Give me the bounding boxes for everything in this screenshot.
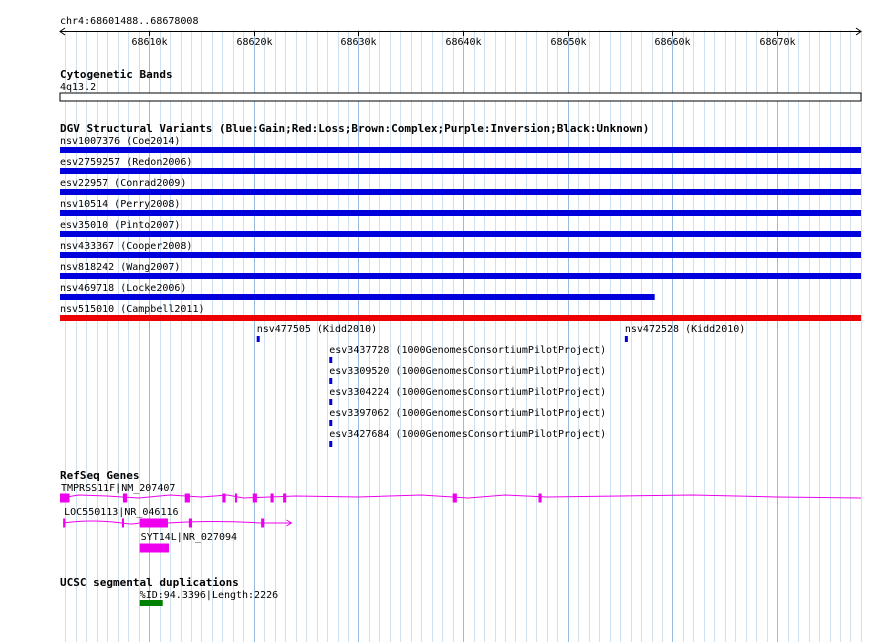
dgv-small-variant-bar[interactable] <box>329 420 333 426</box>
dgv-variant-label: esv22957 (Conrad2009) <box>60 178 186 189</box>
dgv-variant-bar[interactable] <box>60 189 861 195</box>
segdup-bar[interactable] <box>139 600 163 606</box>
gene-exon[interactable] <box>283 493 287 503</box>
refseq-track-title: RefSeq Genes <box>60 469 139 482</box>
dgv-variant-bar[interactable] <box>60 168 861 174</box>
gene-exon[interactable] <box>60 493 70 503</box>
dgv-track-title: DGV Structural Variants (Blue:Gain;Red:L… <box>60 122 649 135</box>
dgv-variant-bar[interactable] <box>60 273 861 279</box>
gene-exon[interactable] <box>538 493 542 503</box>
ruler-tick-label: 68670k <box>759 37 795 48</box>
ruler-tick-label: 68610k <box>131 37 167 48</box>
dgv-small-variant-bar[interactable] <box>329 399 333 405</box>
segdup-label: %ID:94.3396|Length:2226 <box>140 590 278 601</box>
gene-intron-line <box>59 494 862 499</box>
gene-exon[interactable] <box>452 493 457 503</box>
dgv-small-variant-label: esv3304224 (1000GenomesConsortiumPilotPr… <box>329 387 606 398</box>
dgv-variant-label: esv2759257 (Redon2006) <box>60 157 192 168</box>
gene-exon[interactable] <box>252 493 257 503</box>
dgv-variant-bar[interactable] <box>60 231 861 237</box>
genome-browser-view: chr4:68601488..68678008 68610k 68620k 6863… <box>0 0 890 642</box>
dgv-variant-label: nsv818242 (Wang2007) <box>60 262 180 273</box>
ruler-tick-label: 68660k <box>654 37 690 48</box>
gene-exon[interactable] <box>122 493 128 503</box>
gene-exon[interactable] <box>222 493 226 503</box>
dgv-variant-bar[interactable] <box>60 210 861 216</box>
dgv-variant-label: nsv469718 (Locke2006) <box>60 283 186 294</box>
dgv-variant-label: esv35010 (Pinto2007) <box>60 220 180 231</box>
gene-label: LOC550113|NR_046116 <box>64 507 178 518</box>
dgv-small-variant-label: nsv472528 (Kidd2010) <box>625 324 745 335</box>
dgv-small-variant-label: nsv477505 (Kidd2010) <box>257 324 377 335</box>
dgv-variant-label: nsv1007376 (Coe2014) <box>60 136 180 147</box>
gene-label: SYT14L|NR_027094 <box>141 532 237 543</box>
gene-exon[interactable] <box>63 518 66 528</box>
dgv-small-variant-label: esv3427684 (1000GenomesConsortiumPilotPr… <box>329 429 606 440</box>
dgv-variant-bar[interactable] <box>60 147 861 153</box>
dgv-small-variant-label: esv3309520 (1000GenomesConsortiumPilotPr… <box>329 366 606 377</box>
cytoband-label: 4q13.2 <box>60 82 96 93</box>
segdup-track: %ID:94.3396|Length:2226 <box>139 590 278 606</box>
refseq-track: TMPRSS11F|NM_207407 LOC550113|NR_046116 SY… <box>59 483 862 553</box>
dgv-variant-bar[interactable] <box>60 294 655 300</box>
dgv-small-variant-bar[interactable] <box>329 378 333 384</box>
ruler-tick-label: 68620k <box>236 37 272 48</box>
dgv-variant-label: nsv433367 (Cooper2008) <box>60 241 192 252</box>
dgv-small-variant-label: esv3397062 (1000GenomesConsortiumPilotPr… <box>329 408 606 419</box>
coordinate-ruler[interactable]: 68610k 68620k 68630k 68640k 68650k 68660k 6867… <box>59 27 862 48</box>
cytoband-track-title: Cytogenetic Bands <box>60 68 173 81</box>
segdup-track-title: UCSC segmental duplications <box>60 576 239 589</box>
ruler-tick-label: 68630k <box>340 37 376 48</box>
dgv-small-variant-bar[interactable] <box>624 336 628 342</box>
location-label: chr4:68601488..68678008 <box>60 16 198 27</box>
ruler-tick-label: 68640k <box>445 37 481 48</box>
gene-exon[interactable] <box>270 493 274 503</box>
dgv-small-variant-bar[interactable] <box>329 441 333 447</box>
gene-exon[interactable] <box>234 493 238 503</box>
gene-exon[interactable] <box>139 543 169 553</box>
track-canvas: chr4:68601488..68678008 68610k 68620k 6863… <box>59 16 862 642</box>
gene-label: TMPRSS11F|NM_207407 <box>61 483 175 494</box>
dgv-small-variant-bar[interactable] <box>256 336 260 342</box>
gene-exon[interactable] <box>121 518 124 528</box>
dgv-track: nsv1007376 (Coe2014) esv2759257 (Redon200… <box>60 136 861 321</box>
dgv-variant-bar[interactable] <box>60 315 861 321</box>
gene-exon[interactable] <box>188 518 193 528</box>
dgv-variant-label: nsv10514 (Perry2008) <box>60 199 180 210</box>
gene-exon[interactable] <box>184 493 190 503</box>
cytoband-band[interactable] <box>59 92 862 102</box>
dgv-small-variant-bar[interactable] <box>329 357 333 363</box>
dgv-small-variant-label: esv3437728 (1000GenomesConsortiumPilotPr… <box>329 345 606 356</box>
gene-exon[interactable] <box>261 518 265 528</box>
dgv-variant-label: nsv515010 (Campbell2011) <box>60 304 205 315</box>
ruler-tick-label: 68650k <box>550 37 586 48</box>
gene-exon[interactable] <box>139 518 168 528</box>
dgv-variant-bar[interactable] <box>60 252 861 258</box>
